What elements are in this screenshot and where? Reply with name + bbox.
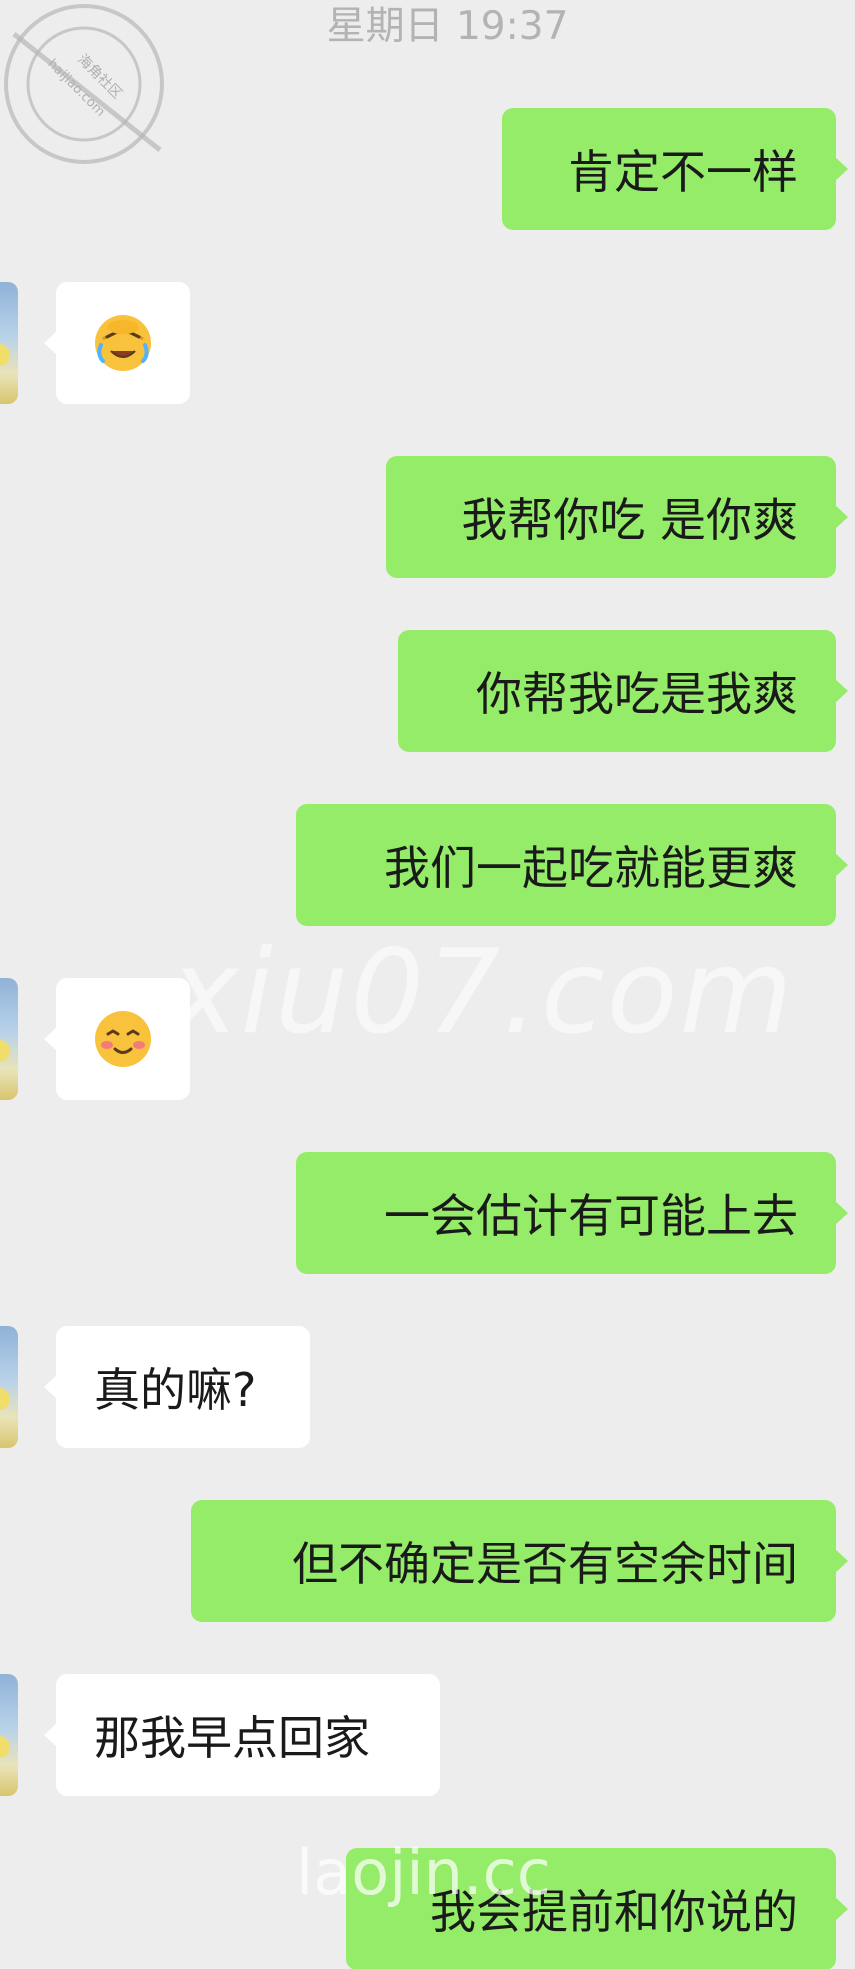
message-text: 真的嘛? [94, 1363, 257, 1417]
avatar[interactable] [0, 1674, 18, 1796]
message-outgoing: 你帮我吃是我爽 [0, 630, 855, 752]
face-palm-tears-emoji [95, 315, 151, 371]
message-outgoing: 但不确定是否有空余时间 [0, 1500, 855, 1622]
message-bubble[interactable] [56, 282, 190, 404]
blushing-smile-emoji [95, 1011, 151, 1067]
avatar[interactable] [0, 1326, 18, 1448]
message-text: 我帮你吃 是你爽 [461, 493, 798, 547]
bubble-tail [835, 853, 848, 877]
message-outgoing: 一会估计有可能上去 [0, 1152, 855, 1274]
message-bubble[interactable]: 那我早点回家 [56, 1674, 440, 1796]
message-incoming [0, 282, 855, 404]
message-outgoing: 我帮你吃 是你爽 [0, 456, 855, 578]
message-incoming [0, 978, 855, 1100]
message-bubble[interactable]: 我们一起吃就能更爽 [296, 804, 836, 926]
svg-text:海角社区: 海角社区 [74, 51, 125, 102]
message-incoming: 那我早点回家 [0, 1674, 855, 1796]
bubble-tail [835, 157, 848, 181]
message-text: 你帮我吃是我爽 [476, 667, 798, 721]
message-incoming: 真的嘛? [0, 1326, 855, 1448]
message-text: 那我早点回家 [94, 1711, 370, 1765]
avatar[interactable] [0, 978, 18, 1100]
bubble-tail [835, 505, 848, 529]
message-bubble[interactable]: 我帮你吃 是你爽 [386, 456, 836, 578]
message-bubble[interactable]: 真的嘛? [56, 1326, 310, 1448]
message-text: 但不确定是否有空余时间 [292, 1537, 798, 1591]
message-bubble[interactable]: 肯定不一样 [502, 108, 836, 230]
message-text: 我会提前和你说的 [430, 1885, 798, 1939]
message-bubble[interactable]: 我会提前和你说的 [346, 1848, 836, 1969]
message-outgoing: 我会提前和你说的 [0, 1848, 855, 1969]
message-bubble[interactable]: 一会估计有可能上去 [296, 1152, 836, 1274]
message-outgoing: 我们一起吃就能更爽 [0, 804, 855, 926]
bubble-tail [835, 679, 848, 703]
message-bubble[interactable]: 但不确定是否有空余时间 [191, 1500, 836, 1622]
message-text: 肯定不一样 [568, 145, 798, 199]
timestamp: 星期日 19:37 [326, 4, 569, 49]
bubble-tail [835, 1549, 848, 1573]
message-bubble[interactable]: 你帮我吃是我爽 [398, 630, 836, 752]
message-bubble[interactable] [56, 978, 190, 1100]
avatar[interactable] [0, 282, 18, 404]
bubble-tail [835, 1201, 848, 1225]
message-outgoing: 肯定不一样 [0, 108, 855, 230]
bubble-tail [835, 1897, 848, 1921]
message-text: 一会估计有可能上去 [384, 1189, 798, 1243]
message-text: 我们一起吃就能更爽 [384, 841, 798, 895]
